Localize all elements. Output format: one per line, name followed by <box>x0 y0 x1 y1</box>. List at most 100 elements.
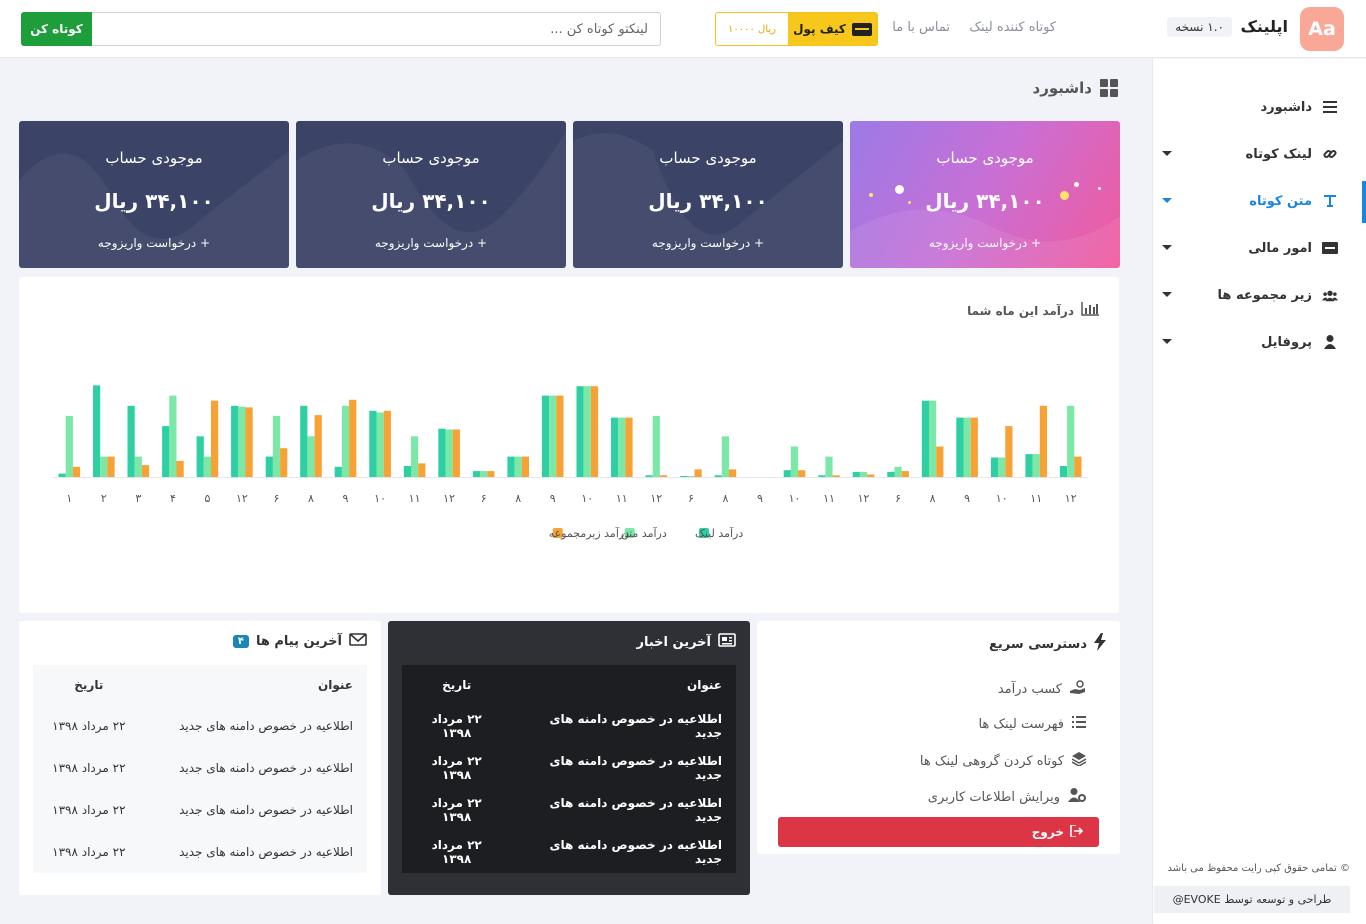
chart-bar[interactable] <box>169 395 177 477</box>
message-title-cell[interactable]: اطلاعیه در خصوص دامنه های جدید <box>145 747 367 789</box>
chart-bar[interactable] <box>687 476 695 477</box>
withdraw-request-link[interactable]: + درخواست واریزوجه <box>296 236 566 250</box>
chart-bar[interactable] <box>936 446 944 478</box>
chart-bar[interactable] <box>1074 456 1082 477</box>
chart-bar[interactable] <box>694 469 702 477</box>
chart-bar[interactable] <box>93 385 101 477</box>
chart-bar[interactable] <box>867 474 875 478</box>
chart-bar[interactable] <box>403 466 411 477</box>
chart-bar[interactable] <box>314 415 322 477</box>
chart-bar[interactable] <box>818 475 826 477</box>
sidebar-item-short-text[interactable]: متن کوتاه <box>1162 186 1338 216</box>
chart-bar[interactable] <box>998 457 1006 478</box>
chart-bar[interactable] <box>445 429 453 478</box>
chart-bar[interactable] <box>590 386 599 477</box>
chart-bar[interactable] <box>625 417 633 477</box>
chart-bar[interactable] <box>265 456 273 477</box>
table-row[interactable]: اطلاعیه در خصوص دامنه های جدید ۲۲ مرداد ۱… <box>402 747 736 789</box>
sidebar-item-dashboard[interactable]: داشبورد <box>1162 92 1338 122</box>
chart-bar[interactable] <box>790 446 799 478</box>
chart-bar[interactable] <box>645 475 653 477</box>
chart-bar[interactable] <box>134 456 142 477</box>
credit-text[interactable]: طراحی و توسعه توسط EVOKE@ <box>1154 886 1350 913</box>
chart-bar[interactable] <box>65 415 73 477</box>
news-title-cell[interactable]: اطلاعیه در خصوص دامنه های جدید <box>511 747 736 789</box>
chart-bar[interactable] <box>929 400 937 477</box>
chart-bar[interactable] <box>438 428 446 477</box>
chart-bar[interactable] <box>659 475 668 477</box>
legend-label[interactable]: درآمد لینک <box>695 526 743 540</box>
table-row[interactable]: اطلاعیه در خصوص دامنه های جدید ۲۲ مرداد ۱… <box>402 705 736 747</box>
chart-bar[interactable] <box>680 476 688 477</box>
table-row[interactable]: اطلاعیه در خصوص دامنه های جدید ۲۲ مرداد ۱… <box>33 747 367 789</box>
chart-bar[interactable] <box>729 469 737 477</box>
chart-bar[interactable] <box>852 471 860 477</box>
chart-bar[interactable] <box>576 386 584 477</box>
chart-bar[interactable] <box>334 466 342 477</box>
quick-item-bulk-shorten[interactable]: کوتاه کردن گروهی لینک ها <box>920 752 1087 770</box>
chart-bar[interactable] <box>231 405 239 478</box>
shorten-button[interactable]: کوتاه کن <box>21 12 92 46</box>
chart-bar[interactable] <box>721 436 729 477</box>
chart-bar[interactable] <box>58 473 66 477</box>
sidebar-item-subsets[interactable]: زیر مجموعه ها <box>1162 280 1338 310</box>
chart-bar[interactable] <box>127 405 135 478</box>
chart-bar[interactable] <box>825 456 833 477</box>
chart-bar[interactable] <box>541 395 550 477</box>
nav-link-contact[interactable]: تماس با ما <box>892 20 950 35</box>
chart-bar[interactable] <box>411 436 419 477</box>
withdraw-request-link[interactable]: + درخواست واریزوجه <box>573 236 843 250</box>
news-title-cell[interactable]: اطلاعیه در خصوص دامنه های جدید <box>511 831 736 873</box>
chart-bar[interactable] <box>452 429 460 478</box>
legend-label[interactable]: درآمد زیرمجموعه <box>549 526 629 540</box>
chart-bar[interactable] <box>901 471 909 477</box>
chart-bar[interactable] <box>549 395 557 477</box>
chart-bar[interactable] <box>990 457 999 478</box>
chart-bar[interactable] <box>418 463 426 477</box>
sidebar-item-profile[interactable]: پروفایل <box>1162 327 1338 357</box>
chart-bar[interactable] <box>72 466 81 477</box>
news-title-cell[interactable]: اطلاعیه در خصوص دامنه های جدید <box>511 789 736 831</box>
withdraw-request-link[interactable]: + درخواست واریزوجه <box>850 236 1120 250</box>
chart-bar[interactable] <box>798 470 806 477</box>
table-row[interactable]: اطلاعیه در خصوص دامنه های جدید ۲۲ مرداد ۱… <box>33 789 367 831</box>
chart-bar[interactable] <box>521 456 529 477</box>
chart-bar[interactable] <box>272 415 281 477</box>
chart-bar[interactable] <box>583 386 591 477</box>
chart-bar[interactable] <box>514 456 522 477</box>
chart-bar[interactable] <box>162 426 170 477</box>
app-logo[interactable]: Aa <box>1300 7 1344 51</box>
chart-bar[interactable] <box>472 471 481 477</box>
chart-bar[interactable] <box>369 410 377 477</box>
quick-item-edit-profile[interactable]: ویرایش اطلاعات کاربری <box>928 788 1086 806</box>
table-row[interactable]: اطلاعیه در خصوص دامنه های جدید ۲۲ مرداد ۱… <box>33 831 367 873</box>
chart-bar[interactable] <box>238 406 246 477</box>
withdraw-request-link[interactable]: + درخواست واریزوجه <box>19 236 289 250</box>
sidebar-item-finance[interactable]: امور مالی <box>1162 233 1338 263</box>
logout-button[interactable]: خروج <box>778 817 1099 847</box>
chart-bar[interactable] <box>652 415 660 477</box>
chart-bar[interactable] <box>176 460 184 477</box>
chart-bar[interactable] <box>556 395 564 477</box>
chart-bar[interactable] <box>376 412 384 478</box>
chart-bar[interactable] <box>307 436 315 477</box>
message-title-cell[interactable]: اطلاعیه در خصوص دامنه های جدید <box>145 831 367 873</box>
table-row[interactable]: اطلاعیه در خصوص دامنه های جدید ۲۲ مرداد ۱… <box>402 831 736 873</box>
chart-bar[interactable] <box>887 471 895 477</box>
shorten-link-input[interactable] <box>91 12 661 46</box>
quick-item-earn[interactable]: کسب درآمد <box>998 680 1086 698</box>
chart-bar[interactable] <box>1032 454 1040 477</box>
chart-bar[interactable] <box>211 400 219 477</box>
chart-bar[interactable] <box>203 456 211 477</box>
chart-bar[interactable] <box>507 456 515 477</box>
chart-bar[interactable] <box>611 417 619 477</box>
chart-bar[interactable] <box>970 417 978 477</box>
chart-bar[interactable] <box>1039 405 1047 478</box>
chart-bar[interactable] <box>963 417 971 477</box>
chart-bar[interactable] <box>1067 405 1075 478</box>
sidebar-item-short-link[interactable]: لینک کوتاه <box>1162 139 1338 169</box>
wallet-button[interactable]: کیف پول <box>788 13 877 45</box>
wallet-widget[interactable]: ۱۰۰۰۰ ریال کیف پول <box>715 12 878 46</box>
chart-bar[interactable] <box>1025 454 1033 477</box>
chart-bar[interactable] <box>832 475 840 477</box>
